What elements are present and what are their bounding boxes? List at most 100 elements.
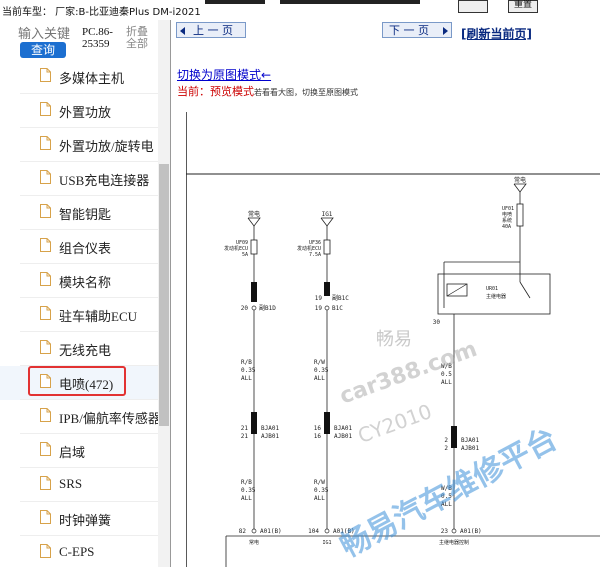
connector-label: 副B1C <box>332 294 349 302</box>
joint-pin: 16 <box>314 433 322 440</box>
document-icon <box>40 68 51 82</box>
wire-variant: ALL <box>241 375 252 382</box>
tree-item[interactable]: 组合仪表 <box>0 230 158 264</box>
connector-block <box>251 282 257 302</box>
wire-color: R/B <box>241 359 252 366</box>
tree-item-label: 模块名称 <box>59 275 112 290</box>
joint-name: AJB01 <box>461 445 479 452</box>
wire-size: 0.35 <box>314 487 329 494</box>
joint-name: AJB01 <box>261 433 279 440</box>
collapse-all-line: 全部 <box>126 38 148 50</box>
joint-name: BJA01 <box>261 425 279 432</box>
power-label: IG1 <box>322 211 333 218</box>
pin-function: 主继电器控制 <box>439 539 469 546</box>
tree-item-label: 时钟弹簧 <box>59 513 112 528</box>
switch-original-mode-link[interactable]: 切换为原图模式← <box>177 66 271 83</box>
tree-item[interactable]: IPB/偏航率传感器 <box>0 400 161 434</box>
relay-label: UR01 <box>486 286 498 292</box>
pin-number: 104 <box>308 528 319 535</box>
wire-size: 0.35 <box>241 487 256 494</box>
watermark-text: 畅易 <box>376 329 412 350</box>
wire-variant: ALL <box>441 379 452 386</box>
tree-item[interactable]: C-EPS <box>0 536 158 567</box>
tree-item[interactable]: 外置功放 <box>0 94 158 128</box>
joint-pin: 2 <box>444 437 448 444</box>
toolbar-button[interactable] <box>458 0 488 13</box>
tree-item[interactable]: 驻车辅助ECU <box>0 298 158 332</box>
wire-color: R/W <box>314 479 325 486</box>
tree-item[interactable]: 智能钥匙 <box>0 196 158 230</box>
fuse-desc: 发动机ECU <box>224 245 248 252</box>
fuse <box>250 239 258 255</box>
next-page-button[interactable]: 下 一 页 <box>382 22 452 38</box>
joint-pin: 21 <box>241 433 249 440</box>
tree-item-label: 无线充电 <box>59 343 112 358</box>
pin-number: 23 <box>441 528 449 535</box>
header-strip <box>280 0 420 4</box>
joint-block <box>251 412 257 434</box>
collapse-all-button[interactable]: 折叠 全部 <box>126 26 148 50</box>
tree-item[interactable]: USB充电连接器 <box>0 162 158 196</box>
tree-item[interactable]: 多媒体主机 <box>0 60 158 94</box>
tree-item[interactable]: 时钟弹簧 <box>0 502 158 536</box>
connector-label: B1C <box>332 305 343 312</box>
fuse <box>516 203 524 227</box>
document-icon <box>40 340 51 354</box>
prev-page-button[interactable]: 上 一 页 <box>176 22 246 38</box>
tree-item[interactable]: SRS <box>0 468 158 502</box>
joint-pin: 21 <box>241 425 249 432</box>
fuse-rating: 7.5A <box>309 252 321 258</box>
power-label: 常电 <box>248 210 260 218</box>
document-icon <box>40 238 51 252</box>
tree-item-label: 多媒体主机 <box>59 71 125 86</box>
refresh-page-link[interactable]: [刷新当前页] <box>461 25 532 42</box>
sidebar-scrollbar[interactable] <box>158 20 170 567</box>
fuse-desc: 发动机ECU <box>297 245 321 252</box>
pin-function: 常电 <box>249 539 259 546</box>
pin-number: 82 <box>239 528 247 535</box>
joint-name: AJB01 <box>334 433 352 440</box>
part-code-line: PC.86- <box>82 26 113 38</box>
mode-status-prefix: 当前： <box>177 85 210 98</box>
document-icon <box>40 408 51 422</box>
fuse-rating: 40A <box>502 224 511 230</box>
mode-status-value: 预览模式 <box>210 85 254 98</box>
document-icon <box>40 306 51 320</box>
tree-item-label: C-EPS <box>59 544 95 559</box>
joint-block <box>451 426 457 448</box>
part-code: PC.86- 25359 <box>82 26 113 50</box>
document-icon <box>40 544 51 558</box>
pin-number: 30 <box>433 319 441 326</box>
reset-button[interactable]: 重置 <box>508 0 538 13</box>
arrow-left-icon <box>180 27 185 35</box>
tree-item-label: 外置功放 <box>59 105 112 120</box>
joint-pin: 2 <box>444 445 448 452</box>
connector-label: A01(B) <box>260 528 282 535</box>
search-button[interactable]: 查询 <box>20 42 66 58</box>
tree-item[interactable]: 外置功放/旋转电 <box>0 128 158 162</box>
wire-size: 0.35 <box>314 367 329 374</box>
connector-block <box>324 282 330 296</box>
tree-item[interactable]: 无线充电 <box>0 332 158 366</box>
arrow-right-icon <box>443 27 448 35</box>
pin-number: 20 <box>241 305 249 312</box>
scrollbar-thumb[interactable] <box>159 164 169 426</box>
document-icon <box>40 204 51 218</box>
mode-status: 当前：预览模式若看看大图，切换至原图模式 <box>177 83 358 99</box>
mode-status-hint: 若看看大图，切换至原图模式 <box>254 88 358 97</box>
wire-color: R/W <box>314 359 325 366</box>
document-icon <box>40 136 51 150</box>
joint-block <box>324 412 330 434</box>
tree-item[interactable]: 启域 <box>0 434 158 468</box>
tree-item-label: 外置功放/旋转电 <box>59 139 154 154</box>
joint-name: BJA01 <box>461 437 479 444</box>
watermark-text: CY2010 <box>355 399 435 448</box>
tree-item[interactable]: 模块名称 <box>0 264 158 298</box>
search-input[interactable] <box>18 26 76 42</box>
tree-item-label: USB充电连接器 <box>59 173 150 188</box>
vehicle-model-text: 当前车型： 厂家:B-比亚迪秦Plus DM-i2021 <box>2 7 201 18</box>
tree-item-label: IPB/偏航率传感器 <box>59 411 161 426</box>
tree-item-label: SRS <box>59 476 83 491</box>
document-icon <box>40 102 51 116</box>
document-icon <box>40 476 51 490</box>
